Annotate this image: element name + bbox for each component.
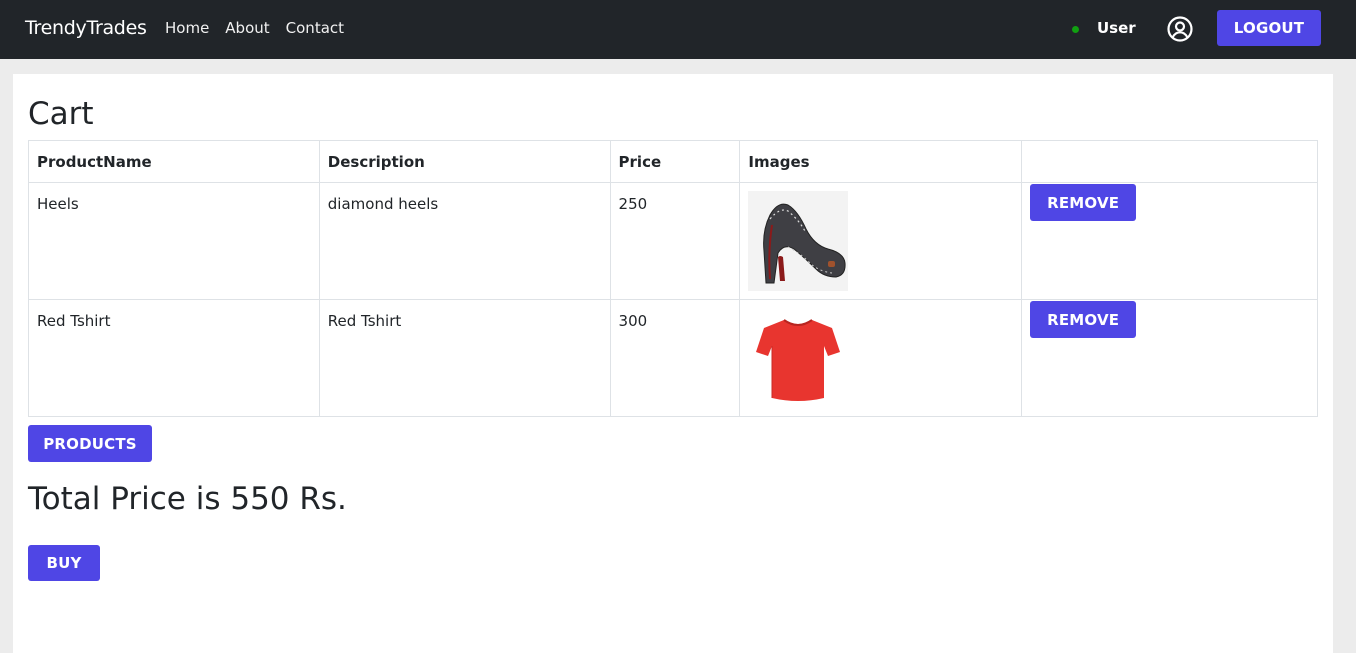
- product-price-cell: 300: [609, 299, 741, 417]
- total-price: Total Price is 550 Rs.: [28, 481, 347, 517]
- buy-button[interactable]: BUY: [28, 545, 100, 581]
- user-name-label: User: [1097, 19, 1136, 37]
- nav-link-about[interactable]: About: [225, 19, 269, 37]
- product-description-cell: diamond heels: [318, 182, 611, 300]
- column-header-productname: ProductName: [28, 140, 320, 183]
- brand-logo[interactable]: TrendyTrades: [25, 17, 147, 39]
- action-cell: REMOVE: [1021, 299, 1318, 417]
- cart-table: ProductName Description Price Images Hee…: [28, 140, 1318, 417]
- nav-link-contact[interactable]: Contact: [286, 19, 344, 37]
- online-status-dot: [1072, 26, 1079, 33]
- navbar: TrendyTrades Home About Contact User LOG…: [0, 0, 1356, 59]
- column-header-actions: [1021, 140, 1318, 183]
- nav-link-home[interactable]: Home: [165, 19, 209, 37]
- column-header-description: Description: [318, 140, 611, 183]
- table-row: Heels diamond heels 250 REMOVE: [28, 182, 1318, 300]
- table-header-row: ProductName Description Price Images: [28, 140, 1318, 183]
- product-name-cell: Red Tshirt: [28, 299, 320, 417]
- remove-button[interactable]: REMOVE: [1030, 184, 1137, 221]
- heels-image: [748, 191, 849, 291]
- action-cell: REMOVE: [1021, 182, 1318, 300]
- product-name-cell: Heels: [28, 182, 320, 300]
- products-button[interactable]: PRODUCTS: [28, 425, 152, 462]
- column-header-images: Images: [739, 140, 1023, 183]
- column-header-price: Price: [609, 140, 741, 183]
- red-tshirt-image: [748, 308, 849, 408]
- product-price-cell: 250: [609, 182, 741, 300]
- nav-links: Home About Contact: [165, 19, 344, 37]
- remove-button[interactable]: REMOVE: [1030, 301, 1137, 338]
- product-image-cell: [739, 299, 1023, 417]
- table-row: Red Tshirt Red Tshirt 300 REMOVE: [28, 299, 1318, 417]
- user-circle-icon[interactable]: [1166, 15, 1194, 43]
- page-title: Cart: [28, 96, 94, 132]
- product-description-cell: Red Tshirt: [318, 299, 611, 417]
- product-image-cell: [739, 182, 1023, 300]
- logout-button[interactable]: LOGOUT: [1217, 10, 1321, 46]
